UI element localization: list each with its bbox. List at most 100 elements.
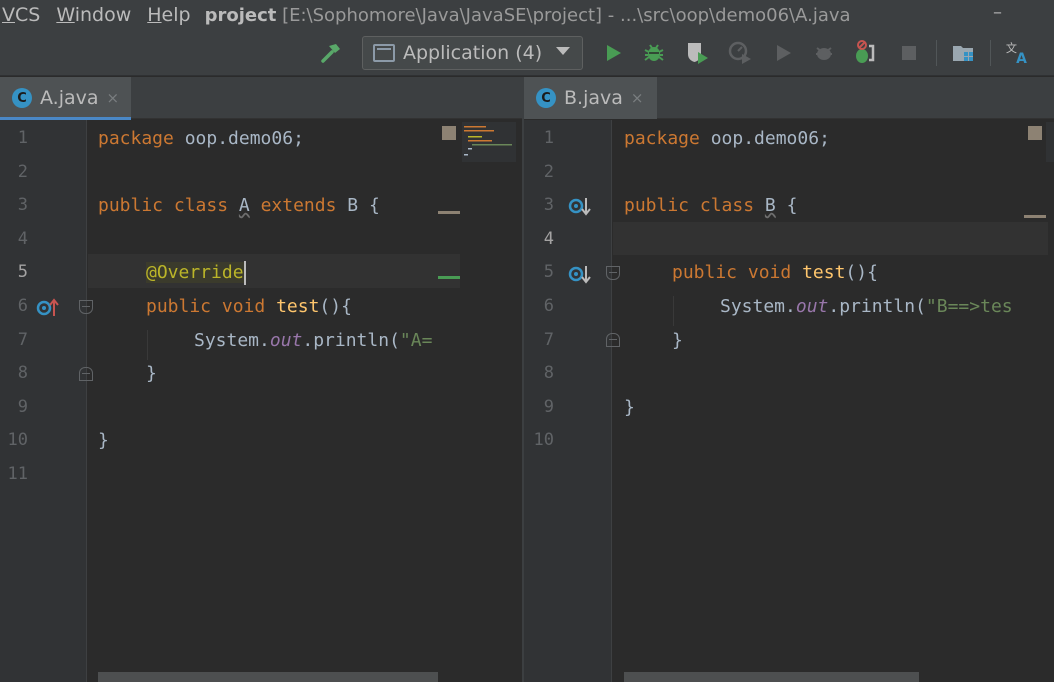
line-number: 3 <box>543 195 554 216</box>
attach-run-icon[interactable] <box>770 40 796 66</box>
keyword: public void <box>672 262 792 284</box>
title-bar: VCS Window Help project [E:\Sophomore\Ja… <box>0 0 1054 30</box>
profiler-icon[interactable] <box>727 40 753 66</box>
run-with-coverage-icon[interactable] <box>685 40 711 66</box>
left-gutter: 1 2 3 4 5 6 7 8 9 10 11 <box>0 120 93 682</box>
static-field: out <box>795 296 829 317</box>
menu-help[interactable]: Help <box>139 4 198 26</box>
code-line-9: } <box>624 391 1054 425</box>
line-number: 8 <box>543 363 554 384</box>
horizontal-scrollbar[interactable] <box>98 672 438 682</box>
line-number: 1 <box>17 128 28 148</box>
fold-start-icon[interactable] <box>606 266 620 280</box>
line-number: 7 <box>543 329 554 350</box>
line-number: 9 <box>17 396 28 417</box>
tab-label: B.java <box>564 87 623 109</box>
overrides-method-icon[interactable] <box>36 296 60 320</box>
code-line-7: System.out.println("A= <box>98 324 522 358</box>
menu-window[interactable]: Window <box>48 4 139 26</box>
method-name: test <box>276 296 320 317</box>
run-config-label: Application (4) <box>403 42 543 64</box>
close-icon[interactable]: × <box>107 89 120 107</box>
code-text: oop.demo06; <box>699 128 830 149</box>
debug-bug-icon[interactable] <box>641 40 667 66</box>
line-number: 9 <box>543 396 554 417</box>
line-number: 1 <box>543 128 554 148</box>
line-number: 10 <box>7 430 28 451</box>
window-title: project [E:\Sophomore\Java\JavaSE\projec… <box>205 5 851 26</box>
class-name: A <box>238 195 250 217</box>
run-icon[interactable] <box>600 40 626 66</box>
line-number: 2 <box>17 161 28 182</box>
menu-vcs[interactable]: VCS <box>0 4 48 26</box>
line-number: 10 <box>533 430 554 451</box>
svg-text:A: A <box>1016 51 1027 67</box>
project-name: project <box>204 4 277 26</box>
minimize-button[interactable]: – <box>993 2 1002 23</box>
class-icon: C <box>536 88 556 108</box>
code-text: oop.demo06; <box>173 128 304 149</box>
code-line-3: public class A extends B { <box>98 189 522 223</box>
overridden-class-icon[interactable] <box>568 194 592 218</box>
line-number: 8 <box>17 363 28 384</box>
code-line-1: package oop.demo06; <box>98 122 522 156</box>
code-text: { <box>775 195 798 217</box>
annotation: @Override <box>146 262 244 284</box>
menu-vcs-mnemonic: V <box>2 4 15 26</box>
run-configuration-selector[interactable]: Application (4) <box>362 36 583 70</box>
warning-stripe[interactable] <box>438 211 460 214</box>
fold-end-icon[interactable] <box>606 333 620 347</box>
tab-b-java[interactable]: C B.java × <box>524 77 657 119</box>
build-hammer-icon[interactable] <box>318 40 344 66</box>
tab-a-java[interactable]: C A.java × <box>0 77 131 120</box>
menu-window-label: indow <box>74 4 132 26</box>
line-number: 4 <box>543 228 554 249</box>
hotswap-icon[interactable] <box>853 40 879 66</box>
line-number: 6 <box>17 296 28 316</box>
code-line-6: System.out.println("B==>tes <box>624 290 1054 324</box>
warning-stripe[interactable] <box>1024 215 1046 218</box>
fold-end-icon[interactable] <box>79 367 93 381</box>
line-number: 4 <box>17 228 28 249</box>
code-text: (){ <box>319 296 352 317</box>
keyword: package <box>624 128 700 149</box>
code-minimap[interactable] <box>1046 122 1054 162</box>
right-gutter: 1 2 3 4 5 6 7 8 9 10 <box>524 120 620 682</box>
overridden-method-icon[interactable] <box>568 262 592 286</box>
line-number: 5 <box>17 262 28 283</box>
inspection-status-icon[interactable] <box>442 126 456 140</box>
code-line-3: public class B { <box>624 189 1054 223</box>
code-line-7: } <box>624 324 1054 358</box>
inspection-status-icon[interactable] <box>1028 126 1042 140</box>
code-text: System. <box>194 329 270 351</box>
code-text: B { <box>336 195 380 217</box>
left-editor-pane: 1 2 3 4 5 6 7 8 9 10 11 package oop.demo… <box>0 120 522 682</box>
left-code-area[interactable]: package oop.demo06; public class A exten… <box>98 120 522 682</box>
change-stripe[interactable] <box>438 276 460 279</box>
translate-icon[interactable]: 文A <box>1005 40 1031 67</box>
code-text: (){ <box>845 262 878 284</box>
fold-start-icon[interactable] <box>79 300 93 314</box>
horizontal-scrollbar[interactable] <box>624 672 919 682</box>
chevron-down-icon <box>556 47 570 55</box>
close-icon[interactable]: × <box>631 89 644 107</box>
string-literal: "A= <box>399 329 433 351</box>
code-line-5: @Override <box>98 256 522 290</box>
right-code-area[interactable]: package oop.demo06; public class B { pub… <box>624 120 1054 682</box>
keyword: public void <box>146 296 266 317</box>
string-literal: "B==>tes <box>925 296 1013 317</box>
class-name: B <box>764 195 776 217</box>
attach-debugger-icon[interactable] <box>811 40 837 66</box>
line-number: 5 <box>543 262 554 283</box>
class-icon: C <box>12 88 32 108</box>
keyword: package <box>98 128 174 149</box>
project-structure-icon[interactable] <box>951 40 977 66</box>
code-text: System. <box>720 296 796 317</box>
right-editor-tabbar: C B.java × <box>524 77 1054 119</box>
code-minimap[interactable] <box>462 122 516 162</box>
code-line-1: package oop.demo06; <box>624 122 1054 156</box>
main-toolbar: Application (4) 文A <box>0 30 1054 76</box>
stop-icon[interactable] <box>896 40 922 66</box>
code-text: .println( <box>828 296 926 317</box>
toolbar-separator <box>936 40 937 66</box>
